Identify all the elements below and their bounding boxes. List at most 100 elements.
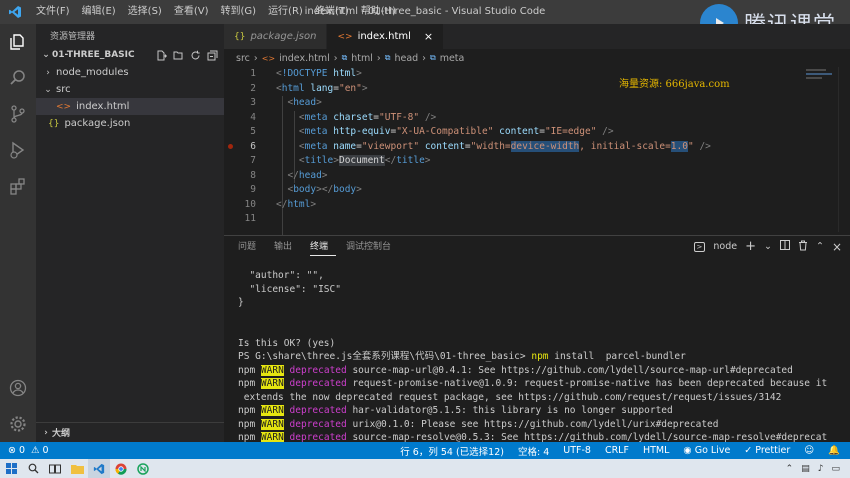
- close-icon[interactable]: ×: [424, 30, 433, 43]
- prettier-label: Prettier: [755, 445, 791, 456]
- code-line: <html lang="en">: [276, 82, 368, 94]
- tab-index-html[interactable]: <> index.html ×: [327, 24, 445, 49]
- warn-message: request-promise-native@1.0.9: request-pr…: [346, 378, 828, 389]
- run-debug-icon[interactable]: [0, 132, 36, 168]
- account-icon[interactable]: [0, 370, 36, 406]
- task-view-icon[interactable]: [44, 459, 66, 478]
- tab-package-json[interactable]: {} package.json: [224, 24, 328, 49]
- npm-label: npm: [238, 378, 256, 389]
- new-file-icon[interactable]: [156, 50, 167, 61]
- tree-item-src[interactable]: ⌄ src: [36, 81, 224, 98]
- manage-gear-icon[interactable]: [0, 406, 36, 442]
- breadcrumb-src[interactable]: src: [236, 53, 250, 64]
- breadcrumb-head[interactable]: head: [394, 53, 418, 64]
- vscode-logo-icon: [0, 0, 30, 24]
- chevron-right-icon: ›: [44, 427, 48, 438]
- breadcrumb-file[interactable]: index.html: [279, 53, 330, 64]
- breadcrumb-html[interactable]: html: [351, 53, 373, 64]
- command: npm: [531, 351, 549, 362]
- notifications-bell-icon[interactable]: 🔔: [828, 445, 840, 456]
- minimap[interactable]: [806, 69, 836, 109]
- line-number: 10: [244, 198, 256, 210]
- broadcast-icon: ◉: [683, 445, 692, 456]
- search-icon[interactable]: [0, 60, 36, 96]
- outline-section[interactable]: › 大纲: [36, 422, 224, 442]
- vscode-taskbar-icon[interactable]: [88, 459, 110, 478]
- trash-icon[interactable]: [798, 240, 808, 254]
- code-editor[interactable]: 1 <!DOCTYPE html> 2 <html lang="en"> 3 <he…: [224, 67, 850, 241]
- tree-item-label: package.json: [64, 118, 131, 129]
- editor-scrollbar[interactable]: [838, 67, 850, 232]
- volume-icon[interactable]: ♪: [818, 464, 824, 474]
- outline-label: 大纲: [52, 429, 71, 439]
- title-bar: 文件(F) 编辑(E) 选择(S) 查看(V) 转到(G) 运行(R) 终端(T…: [0, 0, 850, 42]
- tree-item-label: src: [56, 84, 71, 95]
- error-icon: ⊗: [8, 445, 16, 456]
- menu-file[interactable]: 文件(F): [30, 0, 76, 24]
- source-control-icon[interactable]: [0, 96, 36, 132]
- feedback-icon[interactable]: ☺: [804, 445, 814, 456]
- tab-problems[interactable]: 问题: [238, 236, 264, 258]
- workspace-folder[interactable]: ⌄ 01-THREE_BASIC: [36, 46, 224, 64]
- search-icon[interactable]: [22, 459, 44, 478]
- panel-toolbar: > node + ⌄ ⌃ ×: [693, 239, 842, 254]
- prompt: PS G:\share\three.js全套系列课程\代码\01-three_b…: [238, 351, 532, 362]
- menu-run[interactable]: 运行(R): [262, 0, 309, 24]
- menu-go[interactable]: 转到(G): [215, 0, 263, 24]
- encoding[interactable]: UTF-8: [563, 445, 591, 456]
- collapse-all-icon[interactable]: [207, 50, 218, 61]
- split-terminal-icon[interactable]: [779, 240, 790, 253]
- end-of-line[interactable]: CRLF: [605, 445, 629, 456]
- language-mode[interactable]: HTML: [643, 445, 669, 456]
- chevron-right-icon: ›: [253, 52, 258, 64]
- code-line: <title>Document</title>: [298, 155, 431, 166]
- editor-tabs: {} package.json <> index.html ×: [224, 24, 850, 49]
- menu-edit[interactable]: 编辑(E): [76, 0, 122, 24]
- new-terminal-icon[interactable]: +: [745, 239, 756, 254]
- tree-item-package-json[interactable]: {} package.json: [36, 115, 224, 132]
- line-number: 5: [250, 126, 256, 137]
- tray-icon[interactable]: ⌃: [786, 464, 794, 474]
- chevron-up-icon[interactable]: ⌃: [816, 241, 824, 252]
- terminal-warn-line: npm WARN deprecated source-map-url@0.4.1…: [238, 364, 838, 378]
- indentation[interactable]: 空格: 4: [518, 444, 549, 458]
- cursor-position[interactable]: 行 6，列 54 (已选择12): [400, 444, 504, 458]
- close-icon[interactable]: ×: [832, 240, 842, 254]
- command-args: install parcel-bundler: [548, 351, 686, 362]
- explorer-icon[interactable]: [0, 24, 36, 60]
- menu-bar: 文件(F) 编辑(E) 选择(S) 查看(V) 转到(G) 运行(R) 终端(T…: [30, 0, 402, 24]
- go-live-button[interactable]: ◉ Go Live: [683, 445, 730, 456]
- extensions-icon[interactable]: [0, 168, 36, 204]
- problems-status[interactable]: ⊗ 0 ⚠ 0: [0, 445, 49, 456]
- menu-terminal[interactable]: 终端(T): [309, 0, 355, 24]
- breadcrumb-meta[interactable]: meta: [440, 53, 465, 64]
- tab-debug-console[interactable]: 调试控制台: [346, 236, 399, 258]
- tab-output[interactable]: 输出: [274, 236, 300, 258]
- tree-item-node-modules[interactable]: › node_modules: [36, 64, 224, 81]
- refresh-icon[interactable]: [190, 50, 201, 61]
- code-line: <body></body>: [287, 184, 362, 195]
- menu-selection[interactable]: 选择(S): [122, 0, 168, 24]
- json-file-icon: {}: [48, 118, 60, 129]
- new-folder-icon[interactable]: [173, 50, 184, 61]
- code-line: <meta charset="UTF-8" />: [298, 111, 437, 123]
- status-right: 行 6，列 54 (已选择12) 空格: 4 UTF-8 CRLF HTML ◉…: [400, 444, 850, 458]
- terminal-select[interactable]: node: [713, 241, 737, 252]
- tree-item-index-html[interactable]: <> index.html: [36, 98, 224, 115]
- menu-view[interactable]: 查看(V): [168, 0, 215, 24]
- network-icon[interactable]: ▤: [801, 464, 810, 474]
- notification-icon[interactable]: ▭: [831, 464, 840, 474]
- windows-start-icon[interactable]: [0, 459, 22, 478]
- breakpoint-icon[interactable]: [228, 144, 233, 149]
- menu-help[interactable]: 帮助(H): [355, 0, 402, 24]
- html-file-icon: <>: [56, 101, 72, 112]
- chevron-down-icon[interactable]: ⌄: [764, 241, 772, 252]
- chevron-down-icon: ⌄: [42, 50, 50, 60]
- app-icon[interactable]: [132, 459, 154, 478]
- chrome-icon[interactable]: [110, 459, 132, 478]
- file-explorer-icon[interactable]: [66, 459, 88, 478]
- tab-terminal[interactable]: 终端: [310, 239, 337, 256]
- prettier-button[interactable]: ✓ Prettier: [744, 445, 790, 456]
- terminal-output[interactable]: "author": "", "license": "ISC" } Is this…: [238, 269, 838, 445]
